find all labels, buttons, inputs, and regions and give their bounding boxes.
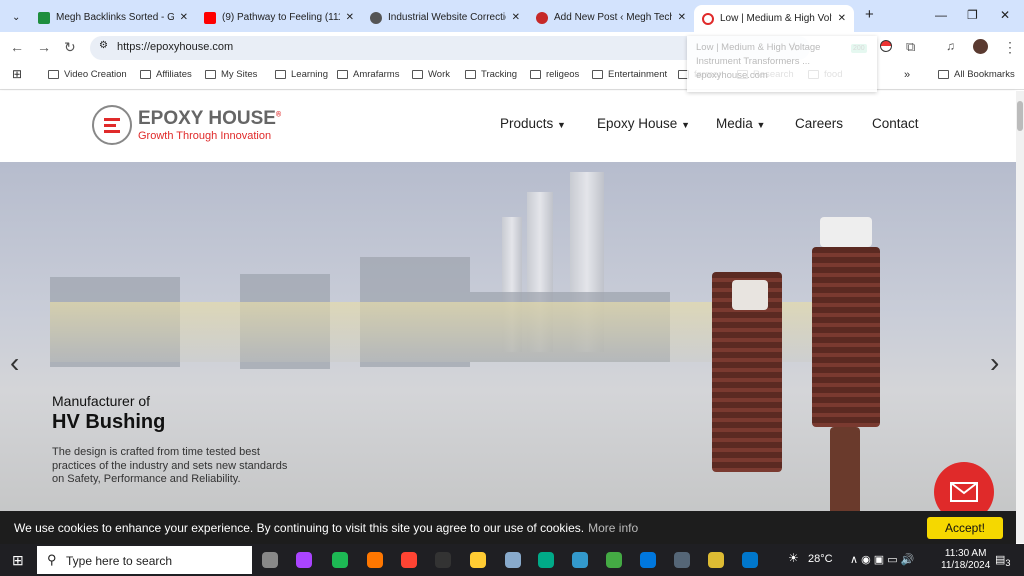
firefox-icon[interactable]	[367, 552, 383, 568]
apps-icon[interactable]: ⊞	[12, 67, 22, 81]
bookmark-folder[interactable]: My Sites	[205, 69, 257, 80]
folder-icon	[205, 70, 216, 79]
search-icon: ⚲	[47, 552, 57, 567]
youtube-icon	[204, 11, 216, 24]
windows-start-icon[interactable]: ⊞	[12, 552, 24, 569]
all-bookmarks[interactable]: All Bookmarks	[938, 69, 1015, 80]
pokeball-extension-icon[interactable]	[880, 40, 892, 52]
bookmark-folder[interactable]: Work	[412, 69, 450, 80]
prev-slide-arrow[interactable]: ‹	[10, 347, 19, 379]
chrome-canary-icon[interactable]	[708, 552, 724, 568]
outlook-icon[interactable]	[640, 552, 656, 568]
copilot-icon[interactable]	[296, 552, 312, 568]
epoxy-favicon	[702, 12, 714, 25]
bushing-product-image	[812, 247, 880, 427]
mail-icon	[950, 482, 978, 502]
bookmark-folder[interactable]: Video Creation	[48, 69, 127, 80]
task-view-icon[interactable]	[262, 552, 278, 568]
close-icon[interactable]: ✕	[512, 12, 520, 23]
bookmark-folder[interactable]: Affiliates	[140, 69, 192, 80]
close-icon[interactable]: ✕	[180, 12, 188, 23]
restore-button[interactable]: ❐	[967, 8, 978, 22]
taskbar-search-input[interactable]: ⚲ Type here to search	[37, 546, 252, 574]
caret-down-icon: ▼	[557, 120, 566, 130]
chrome-icon[interactable]	[606, 552, 622, 568]
extensions-icon[interactable]: ⧉	[906, 39, 915, 55]
site-info-icon[interactable]: ⚙	[99, 40, 108, 51]
edge-icon[interactable]	[538, 552, 554, 568]
edge-beta-icon[interactable]	[572, 552, 588, 568]
cookie-banner: We use cookies to enhance your experienc…	[0, 511, 1016, 544]
folder-icon	[48, 70, 59, 79]
sheets-icon	[38, 11, 50, 24]
nav-careers[interactable]: Careers	[795, 116, 843, 131]
folder-icon	[275, 70, 286, 79]
tab-active[interactable]: Low | Medium & High Voltag✕	[694, 5, 854, 32]
folder-icon	[140, 70, 151, 79]
taskbar: ⊞ ⚲ Type here to search ☀ 28°C ∧ ◉ ▣ ▭ 🔊 …	[0, 544, 1024, 576]
clock[interactable]: 11:30 AM 11/18/2024	[941, 548, 990, 572]
folder-icon	[337, 70, 348, 79]
folder-icon	[530, 70, 541, 79]
notepad-icon[interactable]	[505, 552, 521, 568]
vscode-icon[interactable]	[742, 552, 758, 568]
hero-text: Manufacturer of HV Bushing The design is…	[52, 393, 288, 485]
folder-icon	[465, 70, 476, 79]
nav-epoxy-house[interactable]: Epoxy House ▼	[597, 116, 690, 131]
caret-down-icon: ▼	[756, 120, 766, 130]
tab[interactable]: Megh Backlinks Sorted - Goo ✕	[30, 5, 196, 30]
terminal-icon[interactable]	[435, 552, 451, 568]
tray-icons[interactable]: ∧ ◉ ▣ ▭ 🔊	[850, 553, 914, 566]
close-icon[interactable]: ✕	[346, 12, 354, 23]
site-icon	[536, 11, 548, 24]
caret-down-icon: ▼	[681, 120, 690, 130]
menu-icon[interactable]: ⋮	[1003, 39, 1017, 56]
website: EPOXY HOUSE® Growth Through Innovation Pr…	[0, 91, 1016, 543]
next-slide-arrow[interactable]: ›	[990, 347, 999, 379]
nav-products[interactable]: Products ▼	[500, 116, 566, 131]
avatar[interactable]	[973, 39, 988, 54]
minimize-button[interactable]: —	[935, 8, 947, 22]
bookmark-folder[interactable]: Amrafarms	[337, 69, 399, 80]
media-control-icon[interactable]: ♫	[946, 39, 955, 53]
close-window-button[interactable]: ✕	[1000, 8, 1010, 22]
forward-icon[interactable]: →	[37, 39, 51, 55]
bookmark-folder[interactable]: Learning	[275, 69, 328, 80]
back-icon[interactable]: ←	[10, 39, 24, 55]
nav-media[interactable]: Media ▼	[716, 116, 765, 131]
close-icon[interactable]: ✕	[838, 13, 846, 24]
folder-icon	[412, 70, 423, 79]
nav-contact[interactable]: Contact	[872, 116, 919, 131]
calculator-icon[interactable]	[674, 552, 690, 568]
more-bookmarks-icon[interactable]: »	[904, 69, 910, 81]
tab[interactable]: (9) Pathway to Feeling (1111 ✕	[196, 5, 362, 30]
reload-icon[interactable]: ↻	[64, 39, 76, 56]
bookmark-folder[interactable]: religeos	[530, 69, 579, 80]
logo[interactable]: EPOXY HOUSE® Growth Through Innovation	[92, 105, 281, 145]
logo-mark	[92, 105, 132, 145]
weather-icon[interactable]: ☀	[788, 551, 799, 565]
close-icon[interactable]: ✕	[678, 12, 686, 23]
tab-hover-card: Low | Medium & High Voltage Instrument Tr…	[687, 36, 877, 92]
bookmark-folder[interactable]: Entertainment	[592, 69, 667, 80]
bookmark-folder[interactable]: Tracking	[465, 69, 517, 80]
tab-search-button[interactable]: ⌄	[4, 5, 28, 30]
chatgpt-icon	[370, 11, 382, 24]
spotify-icon[interactable]	[332, 552, 348, 568]
site-header: EPOXY HOUSE® Growth Through Innovation Pr…	[0, 91, 1016, 162]
weather-temp[interactable]: 28°C	[808, 553, 833, 565]
folder-icon	[938, 70, 949, 79]
scrollbar[interactable]	[1016, 91, 1024, 543]
new-tab-button[interactable]: +	[865, 6, 874, 23]
accept-cookies-button[interactable]: Accept!	[927, 517, 1003, 539]
file-explorer-icon[interactable]	[470, 552, 486, 568]
tab[interactable]: Add New Post ‹ Megh Techn ✕	[528, 5, 694, 30]
tab[interactable]: Industrial Website Correction ✕	[362, 5, 528, 30]
tab-strip: ⌄ Megh Backlinks Sorted - Goo ✕ (9) Pathw…	[0, 0, 1024, 32]
brave-icon[interactable]	[401, 552, 417, 568]
hero-slider: ‹ › Manufacturer of HV Bushing The desig…	[0, 162, 1016, 543]
folder-icon	[592, 70, 603, 79]
more-info-link[interactable]: More info	[588, 521, 638, 535]
notifications-icon[interactable]: ▤3	[995, 553, 1011, 568]
